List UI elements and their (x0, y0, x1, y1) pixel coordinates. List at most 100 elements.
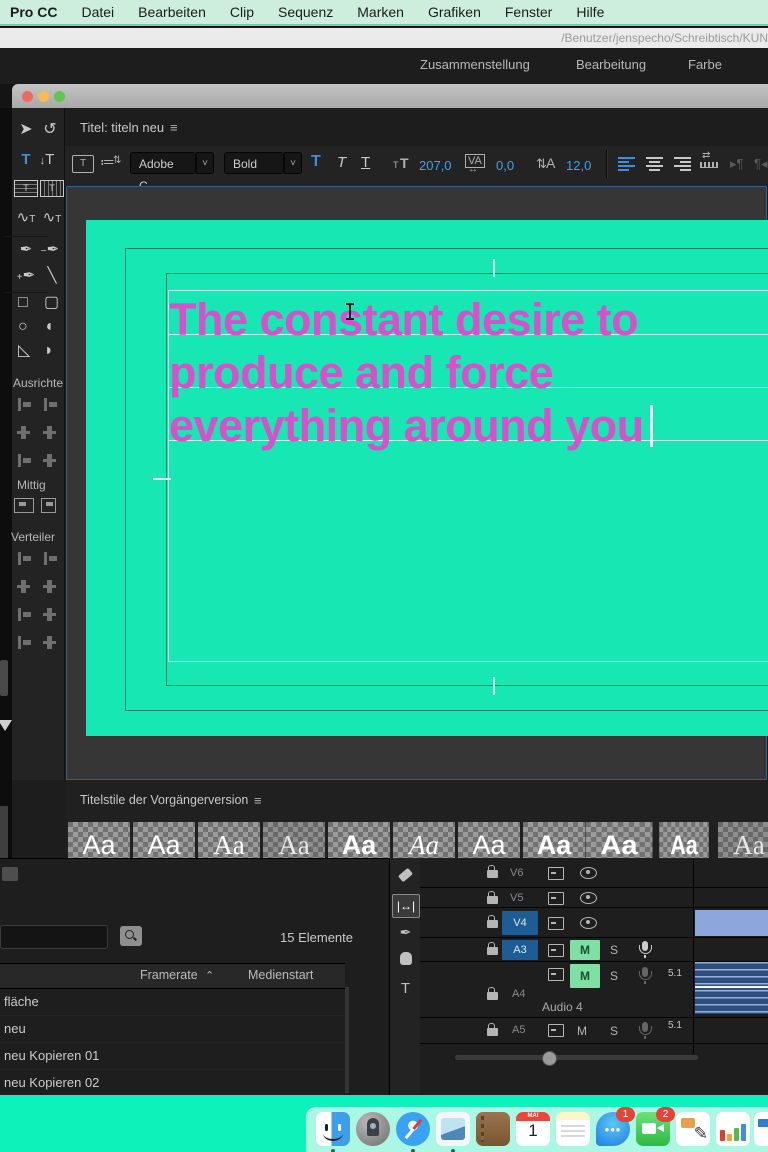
align-left-button[interactable] (618, 157, 635, 170)
distribute-3-icon[interactable] (17, 580, 32, 593)
align-left-objects-icon[interactable] (17, 398, 32, 411)
timeline-hscrollbar-knob[interactable] (542, 1051, 557, 1066)
solo-button-a3[interactable]: S (610, 943, 618, 957)
project-row[interactable]: neu (0, 1015, 345, 1043)
find-button[interactable] (120, 926, 142, 946)
track-label-v4[interactable]: V4 (502, 911, 538, 935)
distribute-8-icon[interactable] (43, 636, 58, 649)
style-swatch[interactable]: Aa (68, 822, 130, 862)
align-bottom-objects-icon[interactable] (43, 454, 58, 467)
align-right-objects-icon[interactable] (43, 398, 58, 411)
vertical-area-type-tool-icon[interactable]: T (40, 180, 64, 197)
menu-item-datei[interactable]: Datei (81, 4, 114, 20)
delete-anchor-tool-icon[interactable]: −✒ (40, 240, 60, 260)
source-patch-icon[interactable] (548, 1024, 564, 1037)
lock-icon[interactable] (487, 870, 498, 878)
type-tool-icon[interactable]: T (390, 980, 421, 997)
align-vcenter-objects-icon[interactable] (43, 426, 58, 439)
track-label-v6[interactable]: V6 (510, 867, 523, 879)
add-anchor-tool-icon[interactable]: +✒ (16, 266, 36, 286)
distribute-6-icon[interactable] (43, 608, 58, 621)
style-swatch[interactable]: Aa (458, 822, 520, 862)
minimize-window-button[interactable] (38, 91, 49, 102)
launchpad-icon[interactable] (356, 1112, 390, 1146)
facetime-icon[interactable]: 2 (636, 1112, 670, 1146)
leading-value[interactable]: 12,0 (566, 158, 591, 173)
track-row-a5[interactable]: A5 M S 5.1 (420, 1018, 768, 1044)
text-bounding-box[interactable] (168, 290, 768, 662)
title-properties-icon[interactable]: T (72, 155, 94, 173)
align-center-button[interactable] (646, 157, 663, 170)
track-label-a5[interactable]: A5 (512, 1024, 525, 1036)
menu-app-name[interactable]: Pro CC (10, 4, 57, 20)
title-text-line-2[interactable]: produce and force (169, 349, 553, 397)
center-horizontal-icon[interactable] (14, 498, 34, 513)
title-stage[interactable]: The constant desire to produce and force… (86, 220, 768, 736)
close-window-button[interactable] (22, 91, 33, 102)
center-vertical-icon[interactable] (41, 498, 56, 513)
vertical-scrollbar[interactable] (345, 987, 349, 1093)
video-clip[interactable] (695, 910, 768, 936)
area-type-tool-icon[interactable]: T (14, 180, 38, 197)
tab-zusammenstellung[interactable]: Zusammenstellung (420, 57, 530, 72)
menu-item-marken[interactable]: Marken (357, 4, 404, 20)
search-input[interactable] (0, 925, 108, 949)
menu-item-fenster[interactable]: Fenster (505, 4, 552, 20)
tab-farbe[interactable]: Farbe (688, 57, 722, 72)
track-row-v5[interactable]: V5 (420, 888, 768, 908)
lock-icon[interactable] (487, 992, 498, 1000)
safari-icon[interactable] (396, 1112, 430, 1146)
mute-button-a5[interactable]: M (577, 1024, 587, 1038)
distribute-4-icon[interactable] (43, 580, 58, 593)
timeline-hscrollbar[interactable] (455, 1055, 698, 1060)
title-text-line-3[interactable]: everything around you (169, 402, 653, 450)
track-select-tool-icon[interactable]: |↔| (392, 894, 420, 918)
lock-icon[interactable] (487, 896, 498, 904)
menu-item-sequenz[interactable]: Sequenz (278, 4, 333, 20)
paragraph-ltr-icon[interactable]: ▸¶ (730, 156, 744, 172)
messages-icon[interactable]: ••• 1 (596, 1112, 630, 1146)
calendar-icon[interactable]: MAI 1 (516, 1112, 550, 1146)
track-label-a3[interactable]: A3 (502, 940, 538, 960)
rectangle-tool-icon[interactable]: □ (18, 296, 28, 310)
source-patch-icon[interactable] (548, 944, 564, 957)
font-style-chevron-icon[interactable]: ˅ (284, 152, 302, 174)
vertical-type-tool-icon[interactable]: ↓T (37, 150, 57, 170)
razor-tool-icon[interactable] (390, 866, 421, 884)
wedge-tool-icon[interactable]: ◺ (18, 344, 30, 358)
track-label-v5[interactable]: V5 (510, 892, 523, 904)
project-row[interactable]: neu Kopieren 01 (0, 1042, 345, 1070)
hand-tool-icon[interactable] (390, 952, 421, 970)
pen-tool-icon[interactable]: ✒ (16, 240, 36, 260)
underline-button[interactable]: T (361, 154, 370, 171)
voiceover-mic-icon[interactable] (642, 967, 648, 977)
solo-button-a4[interactable]: S (610, 969, 618, 983)
notes-icon[interactable] (556, 1112, 590, 1146)
title-window-titlebar[interactable] (12, 84, 768, 108)
track-name-audio4[interactable]: Audio 4 (542, 1000, 583, 1014)
arc-tool-icon[interactable]: ◖ (44, 320, 54, 334)
lock-icon[interactable] (487, 1028, 498, 1036)
sort-ascending-icon[interactable]: ⌃ (205, 969, 214, 982)
style-swatch[interactable]: Aa (198, 822, 260, 862)
column-framerate[interactable]: Framerate (140, 968, 198, 982)
voiceover-mic-icon[interactable] (642, 1022, 648, 1032)
paragraph-rtl-icon[interactable]: ¶◂ (754, 156, 768, 172)
font-style-select[interactable]: Bold (224, 152, 284, 174)
style-swatch[interactable]: Aa (393, 822, 455, 862)
align-top-objects-icon[interactable] (17, 426, 32, 439)
style-swatch[interactable]: Aa (718, 822, 768, 862)
distribute-2-icon[interactable] (43, 552, 58, 565)
rounded-rectangle-tool-icon[interactable]: ▢ (44, 296, 59, 310)
menu-item-clip[interactable]: Clip (230, 4, 254, 20)
style-swatch[interactable]: Aa (328, 822, 390, 862)
zoom-window-button[interactable] (54, 91, 65, 102)
numbers-icon[interactable] (716, 1112, 750, 1146)
distribute-1-icon[interactable] (17, 552, 32, 565)
quarter-tool-icon[interactable]: ◗ (44, 344, 54, 358)
rotation-tool-icon[interactable]: ↺ (40, 120, 60, 140)
source-patch-icon[interactable] (548, 968, 564, 981)
title-text-line-1[interactable]: The constant desire to (169, 296, 638, 344)
project-row[interactable]: fläche (0, 988, 345, 1016)
distribute-7-icon[interactable] (17, 636, 32, 649)
